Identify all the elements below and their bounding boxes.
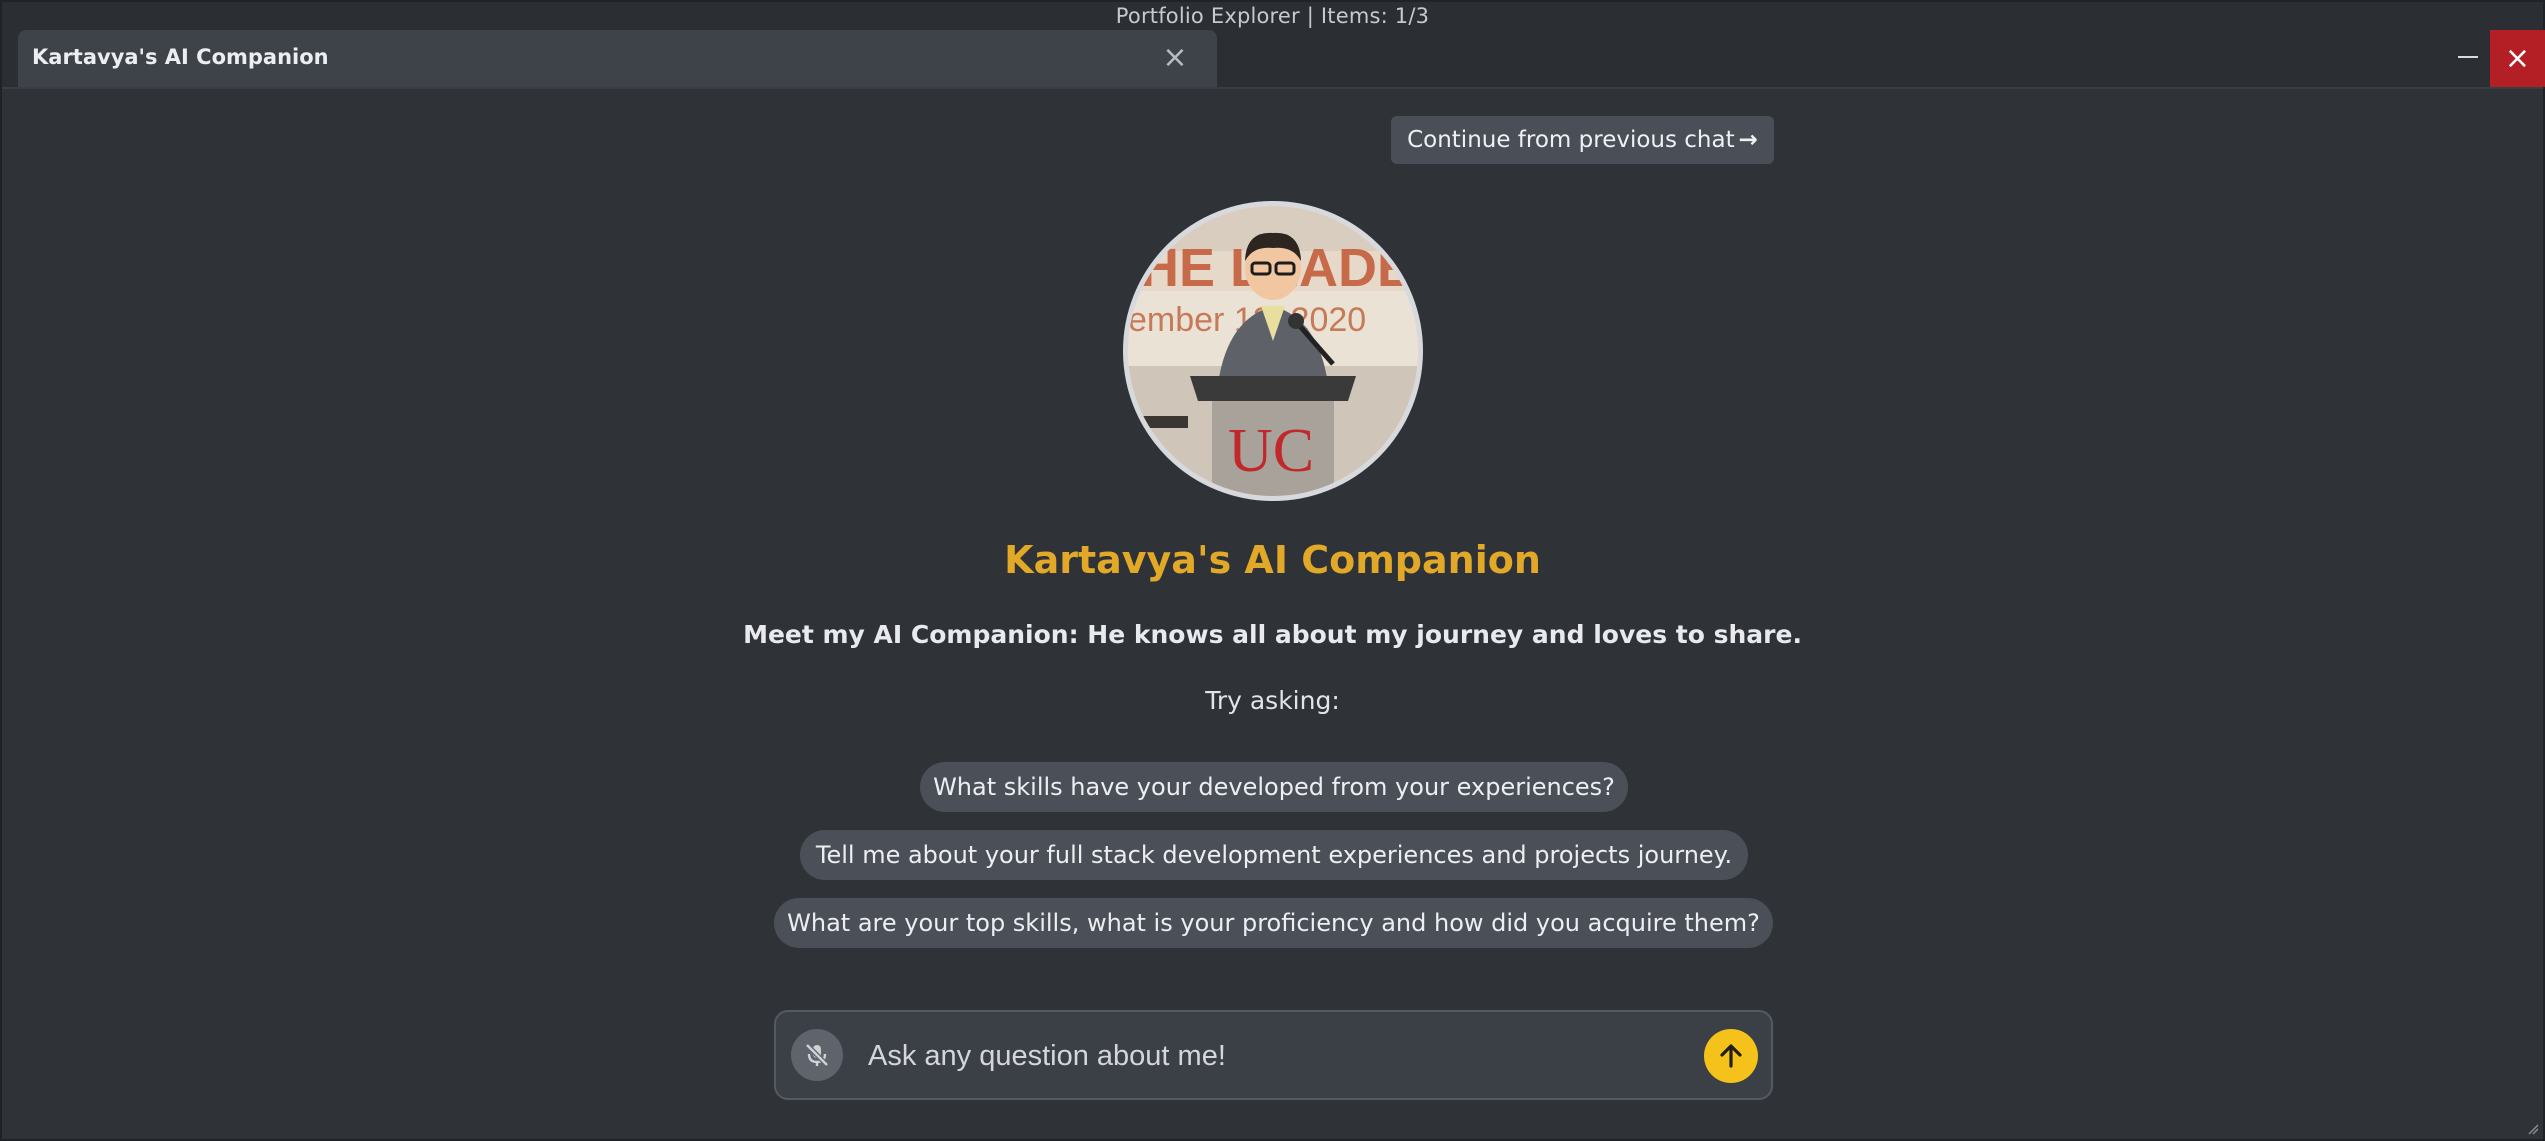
app-window: Portfolio Explorer | Items: 1/3 Kartavya… [0,0,2545,1141]
mic-toggle-button[interactable] [791,1029,843,1081]
suggestion-chip[interactable]: What skills have your developed from you… [920,762,1628,812]
chat-composer [774,1010,1773,1100]
question-input[interactable] [866,1032,1650,1080]
title-bar: Portfolio Explorer | Items: 1/3 Kartavya… [2,2,2545,89]
send-button[interactable] [1704,1029,1758,1083]
tab-label: Kartavya's AI Companion [32,45,329,69]
minimize-icon [2458,56,2478,58]
continue-label: Continue from previous chat [1407,127,1735,153]
try-asking-label: Try asking: [1205,686,1340,715]
continue-previous-chat-button[interactable]: Continue from previous chat → [1391,116,1774,164]
tagline: Meet my AI Companion: He knows all about… [743,620,1802,649]
close-icon[interactable]: × [1161,43,1189,73]
mic-off-icon [805,1043,829,1067]
svg-text:UC: UC [1228,417,1314,485]
resize-grip-icon[interactable] [2527,1123,2539,1135]
arrow-up-icon [1720,1044,1742,1068]
suggestion-chip[interactable]: Tell me about your full stack developmen… [800,830,1748,880]
app-title: Portfolio Explorer | Items: 1/3 [1115,4,1430,28]
page-title: Kartavya's AI Companion [1004,538,1541,582]
minimize-button[interactable] [2448,30,2488,87]
arrow-right-icon: → [1738,127,1758,153]
suggestion-chip[interactable]: What are your top skills, what is your p… [774,898,1773,948]
avatar: HE LEADE ember 12, 2020 UC [1123,201,1423,501]
tab-ai-companion[interactable]: Kartavya's AI Companion × [18,30,1217,87]
window-close-button[interactable]: × [2490,30,2545,87]
close-icon: × [2504,41,2531,76]
